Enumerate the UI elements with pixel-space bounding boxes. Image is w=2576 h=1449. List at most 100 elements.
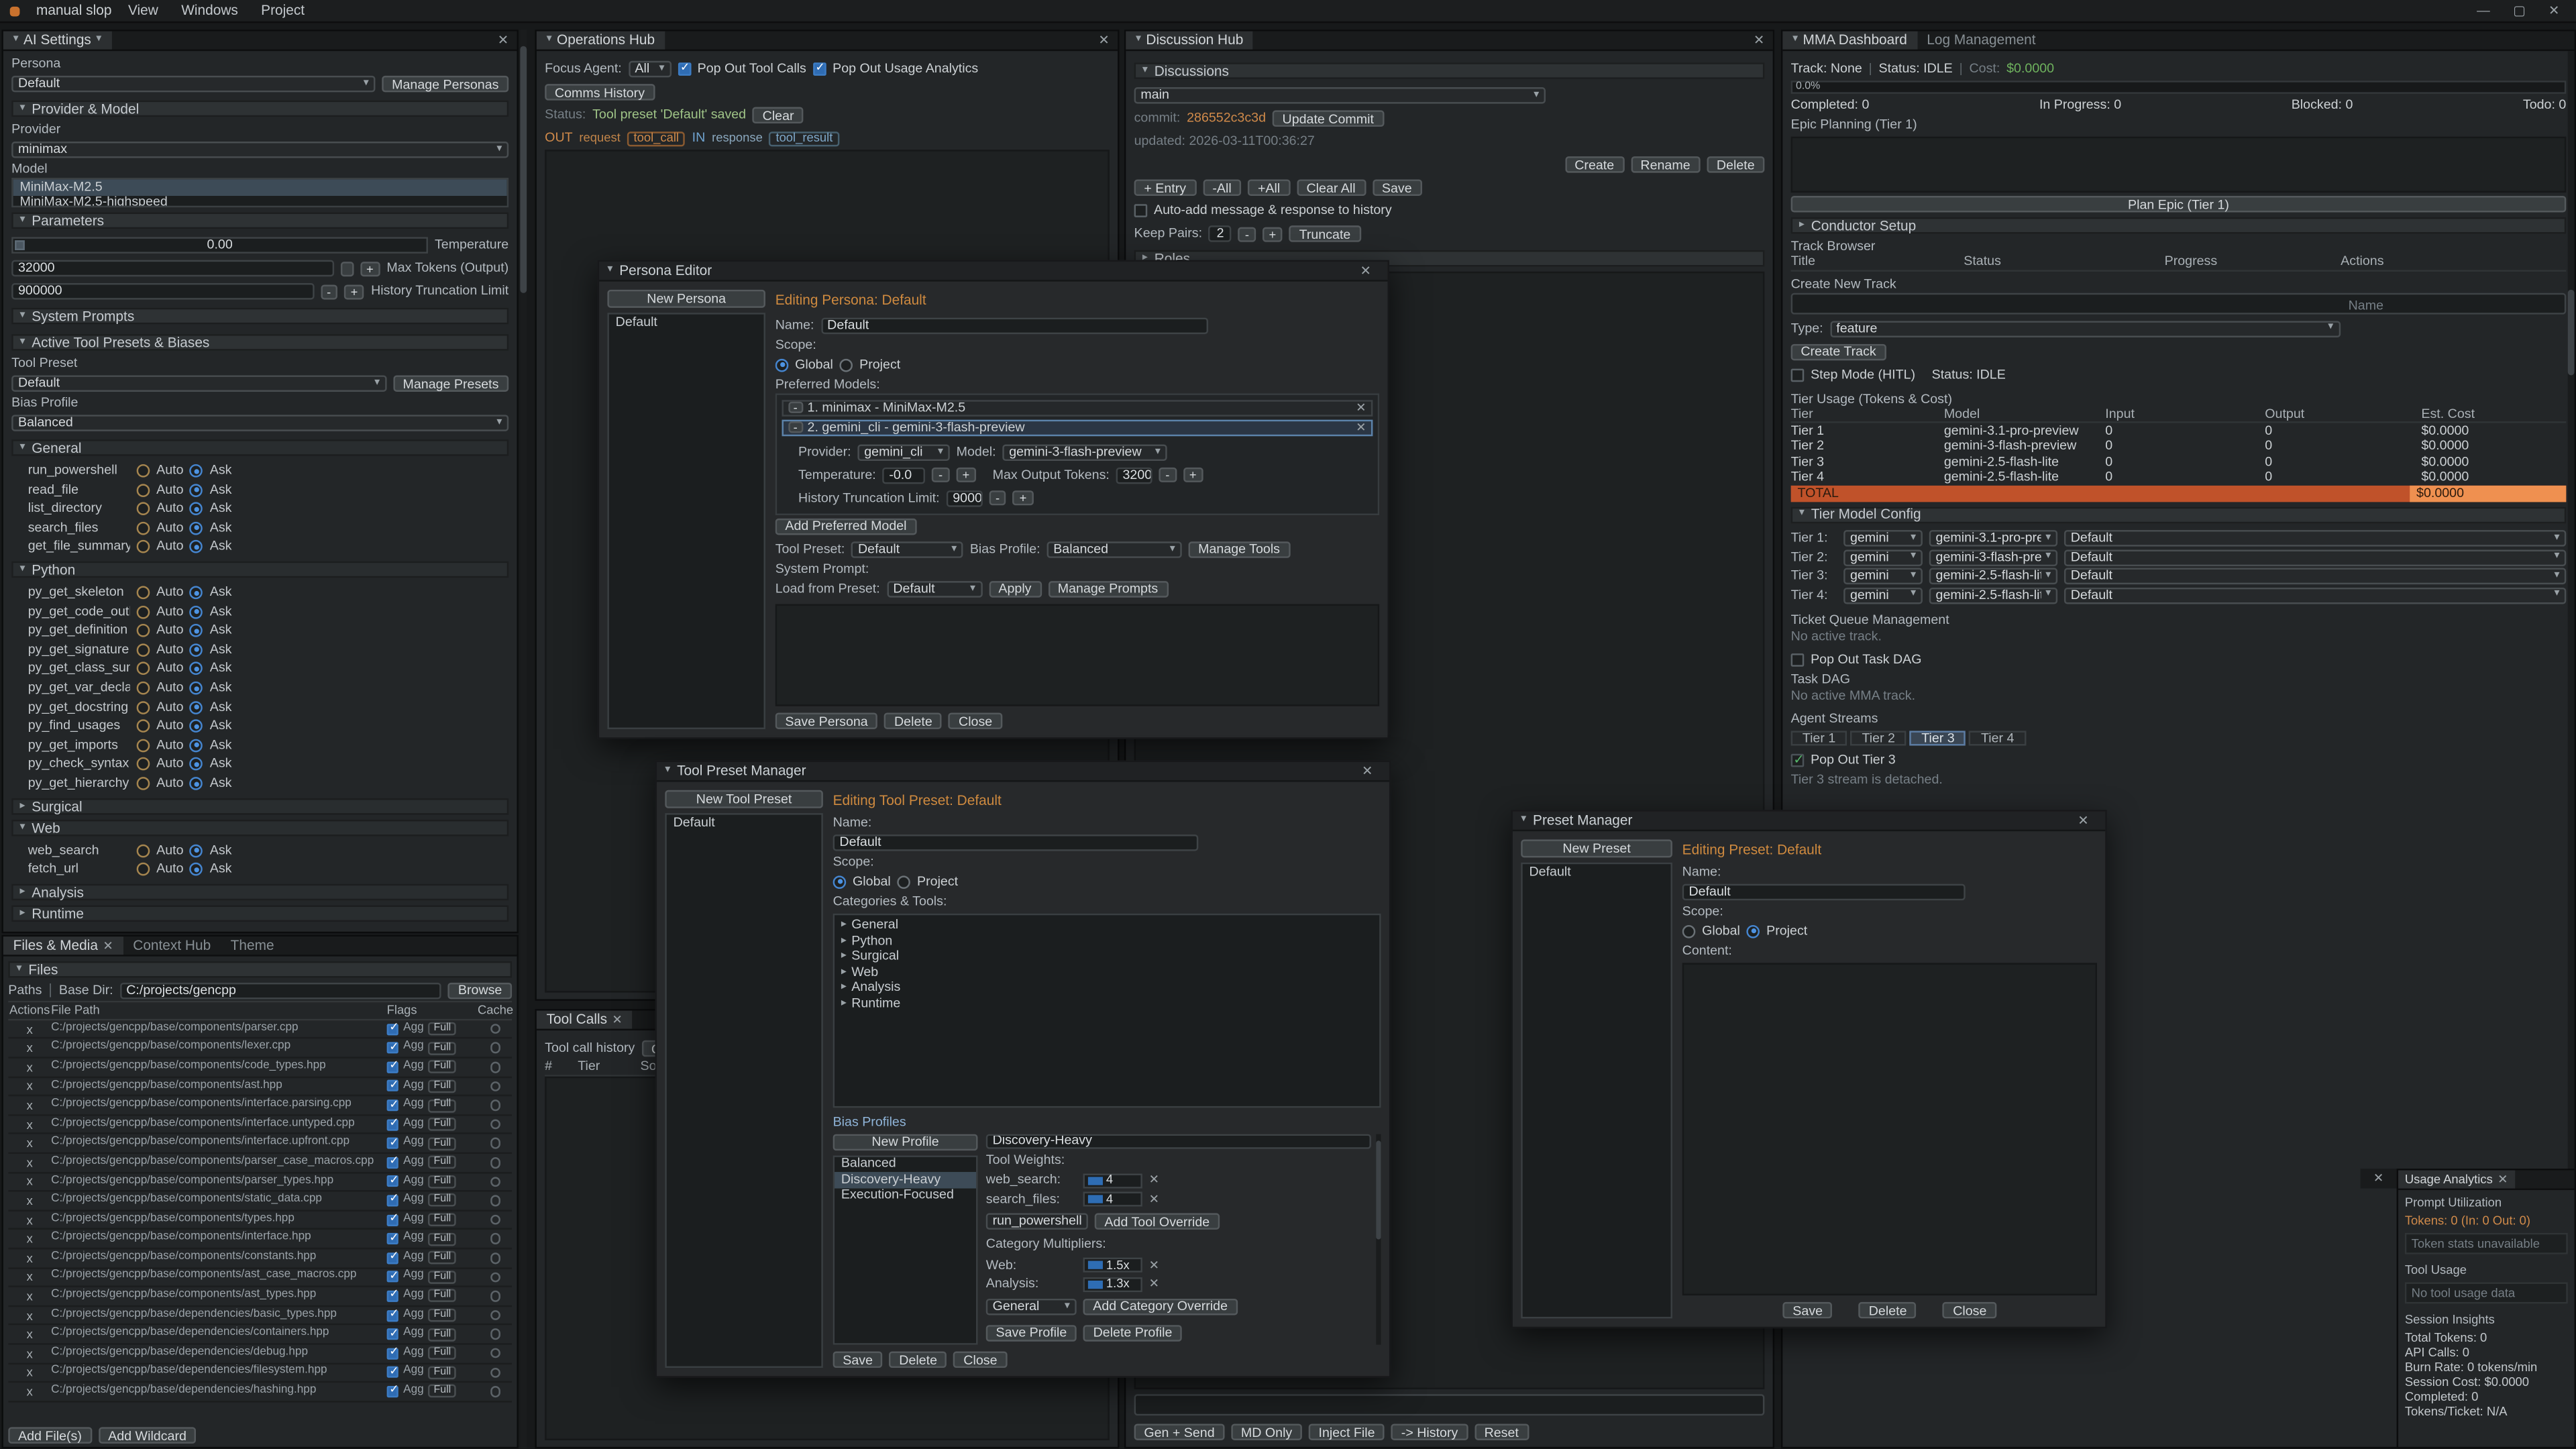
full-flag-button[interactable]: Full	[429, 1079, 455, 1093]
ask-radio[interactable]	[190, 700, 203, 714]
full-flag-button[interactable]: Full	[429, 1385, 455, 1399]
agg-checkbox[interactable]	[387, 1233, 398, 1244]
preset-content-textarea[interactable]	[1682, 962, 2097, 1295]
full-flag-button[interactable]: Full	[429, 1137, 455, 1150]
remove-override-icon[interactable]: ✕	[1149, 1191, 1159, 1207]
auto-radio[interactable]	[137, 586, 150, 600]
add-preferred-model-button[interactable]: Add Preferred Model	[775, 518, 917, 535]
full-flag-button[interactable]: Full	[429, 1214, 455, 1227]
delete-preset-button[interactable]: Delete	[1859, 1302, 1917, 1319]
menu-item[interactable]: Project	[261, 2, 305, 19]
cache-indicator-icon[interactable]	[490, 1272, 501, 1283]
full-flag-button[interactable]: Full	[429, 1175, 455, 1189]
tier-preset-select[interactable]: Default ▾	[2064, 587, 2566, 604]
cache-indicator-icon[interactable]	[490, 1157, 501, 1168]
auto-radio[interactable]	[137, 777, 150, 790]
category-override-select[interactable]: General ▾	[986, 1298, 1077, 1315]
remove-model-icon[interactable]: ✕	[1356, 400, 1366, 415]
tool-category-header[interactable]: ▾ General	[11, 440, 508, 457]
tier-provider-select[interactable]: gemini ▾	[1843, 587, 1923, 604]
scope-global-radio[interactable]	[1682, 924, 1696, 938]
menu-item[interactable]: Windows	[181, 2, 238, 19]
tab-mma-dashboard[interactable]: ▾ MMA Dashboard	[1782, 32, 1917, 50]
tier-model-select[interactable]: gemini-3.1-pro-preview ▾	[1929, 530, 2057, 547]
full-flag-button[interactable]: Full	[429, 1366, 455, 1379]
remove-file-button[interactable]: x	[21, 1347, 38, 1360]
remove-file-button[interactable]: x	[21, 1194, 38, 1208]
agg-checkbox[interactable]	[387, 1157, 398, 1168]
tab-theme[interactable]: Theme	[221, 936, 284, 955]
stream-tab[interactable]: Tier 4	[1970, 731, 2026, 745]
agg-checkbox[interactable]	[387, 1099, 398, 1111]
delete-tool-preset-button[interactable]: Delete	[890, 1351, 947, 1368]
ask-radio[interactable]	[190, 777, 203, 790]
cache-indicator-icon[interactable]	[490, 1138, 501, 1149]
decrement-button[interactable]: -	[932, 468, 949, 482]
pop-out-usage-analytics-checkbox[interactable]	[813, 62, 826, 76]
remove-file-button[interactable]: x	[21, 1137, 38, 1150]
profile-name-input[interactable]: Discovery-Heavy	[986, 1134, 1371, 1148]
create-track-button[interactable]: Create Track	[1791, 343, 1886, 360]
agg-checkbox[interactable]	[387, 1366, 398, 1378]
remove-file-button[interactable]: x	[21, 1251, 38, 1265]
auto-radio[interactable]	[137, 522, 150, 535]
remove-file-button[interactable]: x	[21, 1061, 38, 1074]
close-tab-icon[interactable]: ✕	[2498, 1172, 2508, 1187]
pop-out-task-dag-checkbox[interactable]	[1791, 653, 1805, 667]
ask-radio[interactable]	[190, 522, 203, 535]
manage-tools-button[interactable]: Manage Tools	[1188, 541, 1289, 557]
full-flag-button[interactable]: Full	[429, 1328, 455, 1341]
remove-override-icon[interactable]: ✕	[1149, 1257, 1159, 1273]
weight-drag-input[interactable]: 4	[1083, 1173, 1142, 1188]
rename-discussion-button[interactable]: Rename	[1631, 156, 1701, 173]
preferred-model-row[interactable]: - 1. minimax - MiniMax-M2.5 ✕	[782, 399, 1373, 416]
dock-close-icon[interactable]: ✕	[2373, 1171, 2383, 1186]
add-category-override-button[interactable]: Add Category Override	[1083, 1298, 1238, 1315]
tool-category-header[interactable]: ▸ Surgical	[11, 798, 508, 815]
ask-radio[interactable]	[190, 643, 203, 657]
temperature-slider[interactable]: 0.00	[11, 237, 428, 254]
ask-radio[interactable]	[190, 682, 203, 695]
persona-editor-titlebar[interactable]: ▾ Persona Editor ✕	[599, 262, 1387, 281]
full-flag-button[interactable]: Full	[429, 1232, 455, 1246]
cache-indicator-icon[interactable]	[490, 1177, 501, 1187]
ask-radio[interactable]	[190, 586, 203, 600]
tier-provider-select[interactable]: gemini ▾	[1843, 530, 1923, 547]
cache-indicator-icon[interactable]	[490, 1024, 501, 1034]
delete-discussion-button[interactable]: Delete	[1707, 156, 1764, 173]
category-tree-item[interactable]: ▸ Surgical	[835, 949, 1379, 965]
tool-category-header[interactable]: ▾ Web	[11, 819, 508, 836]
max-tokens-input[interactable]: 32000	[11, 260, 333, 277]
tool-category-header[interactable]: ▾ Python	[11, 561, 508, 578]
inject-file-button[interactable]: Inject File	[1309, 1424, 1385, 1440]
category-tree-item[interactable]: ▸ General	[835, 918, 1379, 933]
tier-preset-select[interactable]: Default ▾	[2064, 530, 2566, 547]
cache-indicator-icon[interactable]	[490, 1081, 501, 1091]
create-discussion-button[interactable]: Create	[1565, 156, 1624, 173]
cache-indicator-icon[interactable]	[490, 1195, 501, 1206]
history-limit-input[interactable]: 900000	[11, 284, 313, 301]
full-flag-button[interactable]: Full	[429, 1251, 455, 1265]
load-preset-select[interactable]: Default ▾	[887, 580, 982, 597]
preset-manager-titlebar[interactable]: ▾ Preset Manager ✕	[1513, 812, 2105, 831]
to-history-button[interactable]: -> History	[1391, 1424, 1468, 1440]
tab-files-media[interactable]: Files & Media ✕	[3, 936, 123, 955]
new-profile-button[interactable]: New Profile	[833, 1134, 978, 1150]
remove-file-button[interactable]: x	[21, 1118, 38, 1131]
cache-indicator-icon[interactable]	[490, 1042, 501, 1053]
delete-profile-button[interactable]: Delete Profile	[1083, 1324, 1182, 1341]
truncate-button[interactable]: Truncate	[1289, 225, 1360, 242]
full-flag-button[interactable]: Full	[429, 1118, 455, 1131]
auto-radio[interactable]	[137, 863, 150, 876]
close-dialog-icon[interactable]: ✕	[1354, 763, 1381, 780]
system-prompts-header[interactable]: ▾ System Prompts	[11, 309, 508, 325]
scrollbar-thumb[interactable]	[2568, 290, 2575, 376]
model-list-item[interactable]: MiniMax-M2.5	[13, 179, 507, 195]
bias-profile-item[interactable]: Balanced	[835, 1157, 976, 1172]
track-type-select[interactable]: feature ▾	[1829, 320, 2340, 337]
close-icon[interactable]: ✕	[2548, 3, 2559, 19]
close-dialog-icon[interactable]: ✕	[2070, 812, 2097, 829]
tab-discussion-hub[interactable]: ▾ Discussion Hub	[1126, 32, 1253, 50]
close-dialog-button[interactable]: Close	[1943, 1302, 1996, 1319]
parameters-header[interactable]: ▾ Parameters	[11, 213, 508, 229]
